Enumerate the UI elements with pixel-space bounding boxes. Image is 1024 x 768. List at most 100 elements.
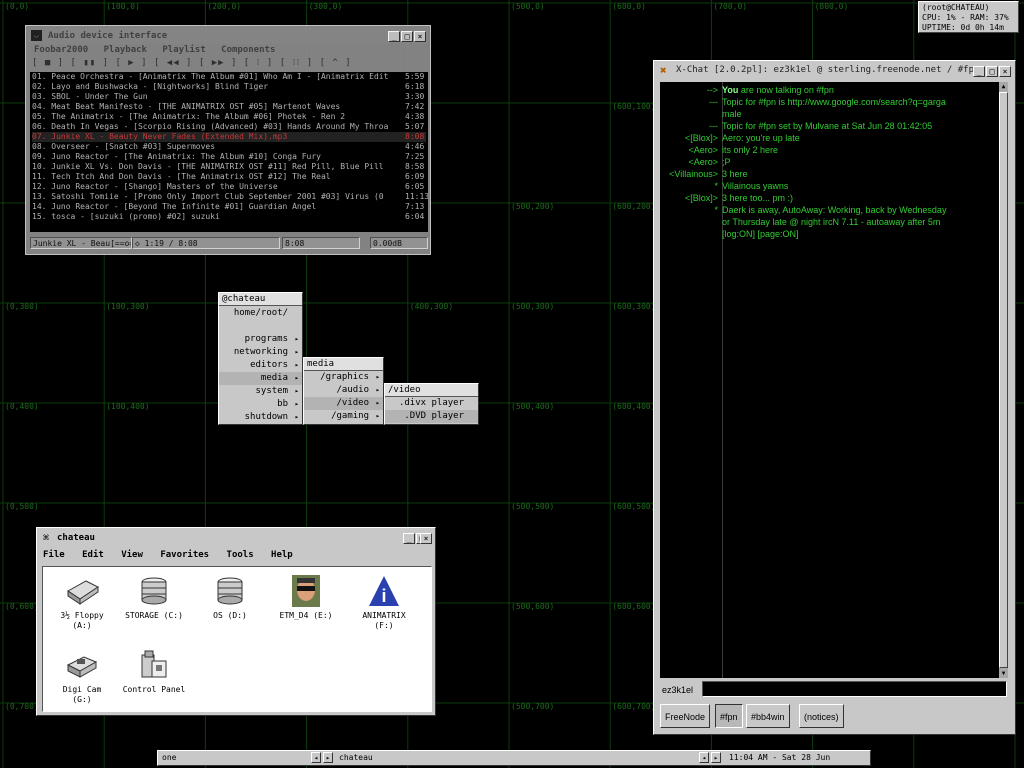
menu-item[interactable]: bb ▸ [219,398,302,411]
scroll-thumb[interactable] [999,92,1008,668]
chat-nick[interactable]: --- [709,96,718,108]
drive-item[interactable]: ETM_D4 (E:) [271,575,341,621]
menu-item[interactable]: media ▸ [219,372,302,385]
playlist-row[interactable]: 13. Satoshi Tomiie - [Promo Only Import … [32,192,428,202]
menu-item[interactable]: /gaming ▸ [304,410,383,423]
chat-scrollbar[interactable]: ▲ ▼ [999,82,1008,678]
chat-nick[interactable]: <[Blox]> [685,132,718,144]
chat-nick[interactable]: <Aero> [688,156,718,168]
prev-workspace-icon[interactable]: ◂ [311,752,321,763]
next-window-icon[interactable]: ▸ [711,752,721,763]
channel-tab[interactable]: #fpn [715,704,743,728]
menu-item[interactable]: networking ▸ [219,346,302,359]
menu-item[interactable]: /video ▸ [304,397,383,410]
menu-playlist[interactable]: Playlist [162,45,205,55]
submenu-arrow-icon: ▸ [294,387,299,395]
chateau-window[interactable]: ⌘ chateau _ □ × File Edit View Favorites… [36,527,436,716]
root-menu[interactable]: @chateau home/root/programs ▸ networking ▸ e… [218,292,303,425]
workspace-label[interactable]: one [162,753,176,763]
menu-file[interactable]: File [43,550,65,560]
chat-nick[interactable]: <Villainous> [669,168,718,180]
playback-controls[interactable]: [ ■ ] [ ▮▮ ] [ ▶ ] [ ◀◀ ] [ ▶▶ ] [ ⁝ ] [… [32,58,352,68]
close-button[interactable]: × [414,31,426,42]
seek-bar[interactable]: [==o============] [110,239,131,248]
close-button[interactable]: × [420,533,432,544]
menu-item[interactable]: home/root/ [219,307,302,320]
menu-help[interactable]: Help [271,550,293,560]
active-window-label[interactable]: chateau [339,753,373,763]
playlist-row[interactable]: 01. Peace Orchestra - [Animatrix The Alb… [32,72,426,82]
menu-item[interactable]: programs ▸ [219,333,302,346]
menu-item[interactable]: .DVD player [385,410,478,423]
channel-tab[interactable]: FreeNode [660,704,711,728]
playlist-row[interactable]: 10. Junkie XL Vs. Don Davis - [THE ANIMA… [32,162,426,172]
menu-components[interactable]: Components [221,45,275,55]
chat-nick[interactable]: * [714,180,718,192]
menu-favorites[interactable]: Favorites [160,550,209,560]
scroll-down-icon[interactable]: ▼ [999,669,1008,678]
maximize-button[interactable]: □ [986,66,998,77]
chat-nick[interactable]: <[Blox]> [685,192,718,204]
drive-item[interactable]: Control Panel [119,649,189,695]
audio-titlebar[interactable]: ◡ Audio device interface _ □ × [28,28,428,44]
minimize-button[interactable]: _ [388,31,400,42]
menu-item[interactable]: /graphics ▸ [304,371,383,384]
chat-line: or Thursday late @ night ircN 7.11 - aut… [660,216,999,228]
chat-input[interactable] [702,681,1007,697]
chat-message: Topic for #fpn set by Mulvane at Sat Jun… [722,121,933,131]
chat-nick[interactable]: * [714,204,718,216]
video-submenu[interactable]: /video .divx player .DVD player [384,383,479,425]
chat-nick[interactable]: --- [709,120,718,132]
playlist-row[interactable]: 09. Juno Reactor - [The Animatrix: The A… [32,152,426,162]
menu-item[interactable]: editors ▸ [219,359,302,372]
drive-item[interactable]: Digi Cam (G:) [47,649,117,705]
playlist-row[interactable]: 02. Layo and Bushwacka - [Nightworks] Bl… [32,82,426,92]
grid-coordinate-label: (600,300) [612,302,656,311]
drive-item[interactable]: i ANIMATRIX (F:) [349,575,419,631]
drive-item[interactable]: OS (D:) [195,575,265,621]
playlist-row[interactable]: 14. Juno Reactor - [Beyond The Infinite … [32,202,426,212]
channel-tab[interactable]: #bb4win [746,704,790,728]
menu-tools[interactable]: Tools [227,550,254,560]
chat-nick[interactable]: --> [707,84,718,96]
playlist-row[interactable]: 12. Juno Reactor - [Shango] Masters of t… [32,182,426,192]
audio-player-window[interactable]: ◡ Audio device interface _ □ × Foobar200… [25,25,431,255]
chat-line: * Villainous yawns [660,180,999,192]
playlist-row[interactable]: 03. SBOL - Under The Gun 3:30 [32,92,426,102]
menu-view[interactable]: View [121,550,143,560]
playlist-row[interactable]: 06. Death In Vegas - [Scorpio Rising (Ad… [32,122,426,132]
grid-coordinate-label: (500,200) [511,202,555,211]
playlist-row[interactable]: 08. Overseer - [Snatch #03] Supermoves 4:… [32,142,426,152]
prev-window-icon[interactable]: ◂ [699,752,709,763]
hard-drive-icon [217,577,243,605]
menu-edit[interactable]: Edit [82,550,104,560]
next-workspace-icon[interactable]: ▸ [323,752,333,763]
media-submenu[interactable]: media /graphics ▸ /audio ▸ /video ▸ /gaming ▸ [303,357,384,425]
chateau-titlebar[interactable]: ⌘ chateau _ □ [39,530,433,546]
menu-item[interactable]: /audio ▸ [304,384,383,397]
chat-nick[interactable]: <Aero> [688,144,718,156]
chat-log[interactable]: --> You are now talking on #fpn --- Topic f… [660,82,999,678]
channel-tab[interactable]: (notices) [799,704,844,728]
menu-item[interactable]: .divx player [385,397,478,410]
playlist-row[interactable]: 05. The Animatrix - [The Animatrix: The … [32,112,426,122]
minimize-button[interactable]: _ [403,533,415,544]
minimize-button[interactable]: _ [973,66,985,77]
menu-foobar2000[interactable]: Foobar2000 [34,45,88,55]
nick-label[interactable]: ez3k1el [662,685,693,695]
scroll-up-icon[interactable]: ▲ [999,82,1008,91]
drive-item[interactable]: STORAGE (C:) [119,575,189,621]
menu-item[interactable]: system ▸ [219,385,302,398]
playlist[interactable]: 01. Peace Orchestra - [Animatrix The Alb… [30,72,428,232]
xchat-titlebar[interactable]: ✖ X-Chat [2.0.2pl]: ez3k1el @ sterling.f… [656,63,1013,79]
menu-item[interactable]: shutdown ▸ [219,411,302,424]
playlist-row[interactable]: 04. Meat Beat Manifesto - [THE ANIMATRIX… [32,102,426,112]
playlist-row[interactable]: 15. tosca - [suzuki (promo) #02] suzuki 6… [32,212,426,222]
close-button[interactable]: × [999,66,1011,77]
menu-playback[interactable]: Playback [104,45,147,55]
playlist-row[interactable]: 07. Junkie XL - Beauty Never Fades (Exte… [32,132,426,142]
xchat-window[interactable]: ✖ X-Chat [2.0.2pl]: ez3k1el @ sterling.f… [653,60,1016,735]
drive-item[interactable]: 3½ Floppy (A:) [47,575,117,631]
maximize-button[interactable]: □ [401,31,413,42]
playlist-row[interactable]: 11. Tech Itch And Don Davis - [The Anima… [32,172,426,182]
